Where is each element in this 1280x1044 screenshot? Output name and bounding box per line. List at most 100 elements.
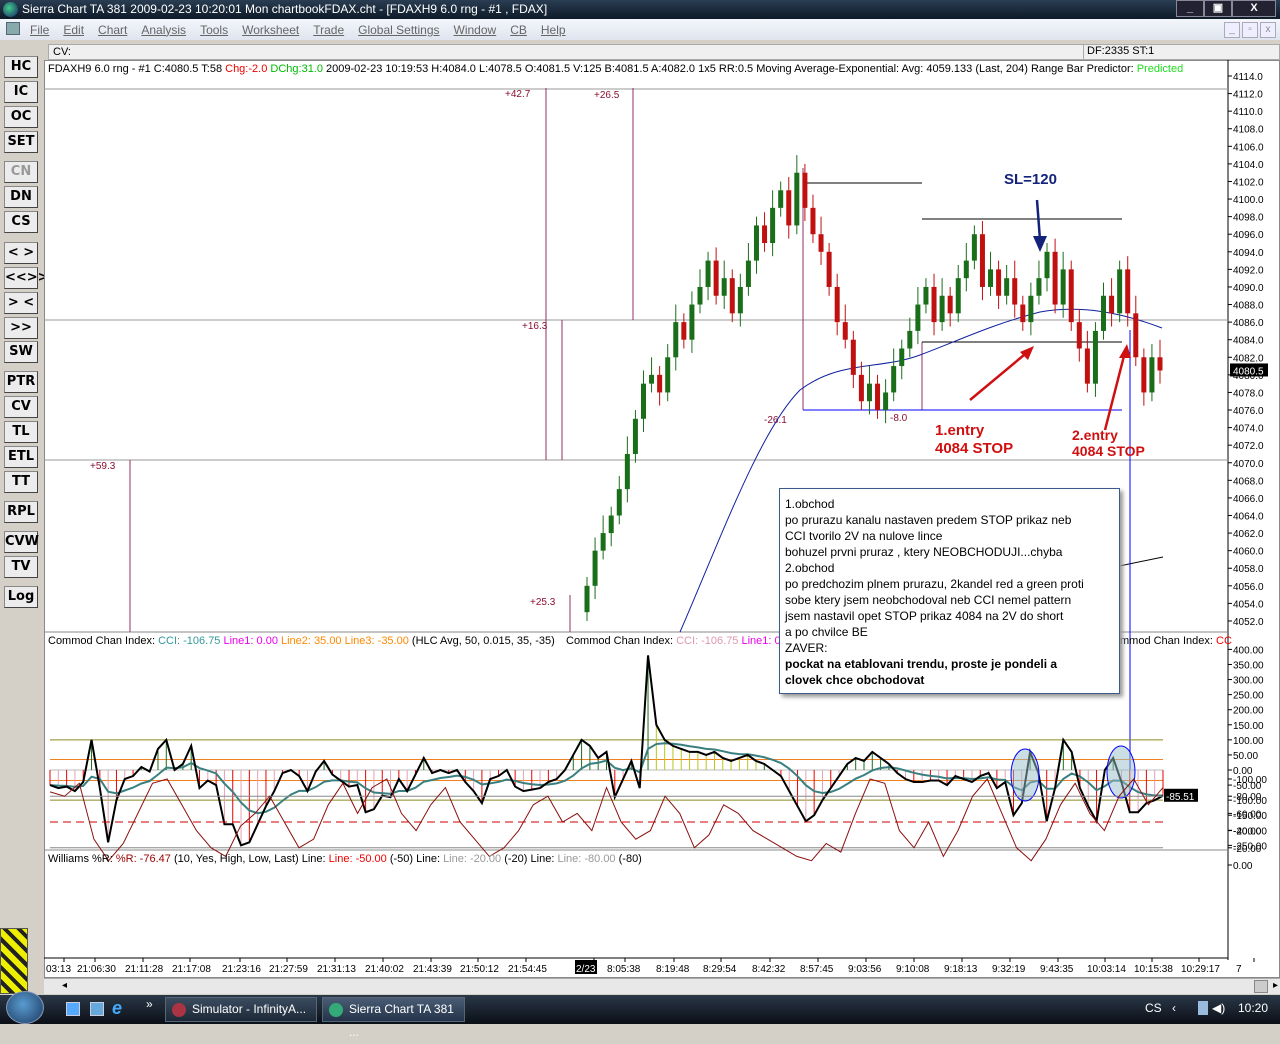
entry1-annotation: 1.entry 4084 STOP — [935, 422, 1014, 457]
candle-up — [1092, 330, 1098, 384]
language-indicator[interactable]: CS — [1145, 1001, 1162, 1015]
candle-down — [657, 374, 663, 393]
candle-up — [705, 260, 711, 287]
cci-tick-label: 350.00 — [1233, 660, 1264, 671]
cci-header-3: mmod Chan Index: CC — [1120, 635, 1232, 647]
note-line: CCI tvorilo 2V na nulove lince — [785, 529, 943, 543]
horizontal-scrollbar[interactable]: ◂ ▸ — [44, 978, 1280, 994]
candle-down — [947, 295, 953, 314]
candle-down — [1020, 304, 1026, 323]
candle-down — [713, 260, 719, 296]
candle-down — [979, 234, 985, 287]
price-tick-label: 4094.0 — [1233, 248, 1264, 259]
candle-down — [1012, 278, 1018, 305]
price-tick-label: 4090.0 — [1233, 283, 1264, 294]
task-sierra-chart[interactable]: Sierra Chart TA 381 ... — [322, 997, 465, 1039]
network-icon[interactable] — [1198, 1001, 1208, 1015]
start-button[interactable] — [6, 991, 44, 1024]
price-tick-label: 4054.0 — [1233, 599, 1264, 610]
price-tick-label: 4084.0 — [1233, 336, 1264, 347]
candle-up — [770, 207, 776, 244]
time-tick-label: 8:19:48 — [656, 964, 690, 975]
candle-down — [1052, 251, 1058, 305]
price-tick-label: 4102.0 — [1233, 177, 1264, 188]
candle-up — [899, 348, 905, 367]
williams-tick-label: -100.00 — [1233, 775, 1267, 786]
cci-tick-label: 400.00 — [1233, 645, 1264, 656]
time-tick-label: 9:32:19 — [992, 964, 1026, 975]
arrow-head — [1119, 344, 1131, 358]
price-tick-label: 4086.0 — [1233, 318, 1264, 329]
time-tick-label: 03:13 — [46, 964, 71, 975]
candle-up — [1044, 251, 1050, 279]
entry1-arrow — [969, 349, 1031, 401]
cci-tick-label: 100.00 — [1233, 736, 1264, 747]
cci-pattern-highlight — [1106, 745, 1136, 799]
price-tick-label: 4110.0 — [1233, 107, 1263, 118]
candle-up — [689, 304, 695, 340]
show-desktop-icon[interactable] — [66, 1002, 80, 1016]
cci-tick-label: 50.00 — [1233, 751, 1258, 762]
note-box[interactable]: 1.obchod po prurazu kanalu nastaven prede… — [779, 488, 1120, 694]
cci-tick-label: 300.00 — [1233, 676, 1264, 687]
candle-down — [826, 251, 832, 287]
note-conclusion-line: pockat na etablovani trendu, proste je p… — [785, 657, 1058, 671]
time-tick-label: 21:50:12 — [460, 964, 499, 975]
candle-down — [818, 234, 824, 252]
overflow-chevron-icon[interactable]: » — [146, 997, 153, 1011]
price-tick-label: 4108.0 — [1233, 125, 1264, 136]
sl-arrow — [1035, 199, 1042, 241]
note-line: jsem nastavil opet STOP prikaz 4084 na 2… — [785, 609, 1064, 623]
tray-expand-icon[interactable]: ‹ — [1172, 1001, 1176, 1015]
note-line: a po chvilce BE — [785, 625, 868, 639]
ie-icon[interactable]: e — [112, 998, 122, 1019]
entry2-arrow — [1103, 351, 1127, 431]
candle-up — [778, 190, 784, 208]
candle-up — [737, 286, 743, 314]
candle-down — [810, 207, 816, 235]
range-label: +26.5 — [594, 90, 620, 101]
task-simulator[interactable]: Simulator - InfinityA... — [165, 997, 317, 1022]
price-tick-label: 4052.0 — [1233, 617, 1264, 628]
note-line: po prurazu kanalu nastaven predem STOP p… — [785, 513, 1072, 527]
time-tick-label: 7 — [1236, 964, 1242, 975]
candle-up — [923, 286, 929, 305]
scroll-right-icon[interactable]: ▸ — [1273, 980, 1278, 991]
time-tick-label: 21:11:28 — [125, 964, 164, 975]
cci-header-2: Commod Chan Index: CCI: -106.75 Line1: 0… — [566, 635, 784, 647]
candle-down — [1125, 269, 1131, 314]
time-tick-label: 8:42:32 — [752, 964, 786, 975]
info-dchg: DChg:31.0 — [270, 63, 323, 75]
range-label: +25.3 — [530, 597, 556, 608]
price-tick-label: 4098.0 — [1233, 213, 1264, 224]
williams-tick-label: -40.00 — [1233, 827, 1262, 838]
candle-up — [955, 278, 961, 314]
price-tick-label: 4092.0 — [1233, 265, 1264, 276]
time-tick-label: 10:29:17 — [1181, 964, 1220, 975]
price-tick-label: 4112.0 — [1233, 90, 1263, 101]
simulator-icon — [172, 1003, 186, 1017]
scroll-left-icon[interactable]: ◂ — [62, 980, 67, 991]
price-tick-label: 4060.0 — [1233, 547, 1264, 558]
candle-down — [1109, 295, 1115, 314]
price-tick-label: 4062.0 — [1233, 529, 1264, 540]
candle-up — [632, 418, 638, 454]
info-rest: 2009-02-23 10:19:53 H:4084.0 L:4078.5 O:… — [326, 63, 1134, 75]
candle-down — [858, 374, 864, 402]
note-line: sobe ktery jsem neobchodoval neb CCI nem… — [785, 593, 1072, 607]
williams-tick-label: -80.00 — [1233, 792, 1262, 803]
price-tick-label: 4074.0 — [1233, 424, 1264, 435]
price-tick-label: 4082.0 — [1233, 353, 1264, 364]
williams-tick-label: -60.00 — [1233, 809, 1262, 820]
williams-header: Williams %R: %R: -76.47 (10, Yes, High, … — [48, 853, 642, 865]
time-tick-label: 8:05:38 — [607, 964, 641, 975]
candle-down — [1157, 357, 1163, 371]
info-predicted: Predicted — [1136, 63, 1184, 75]
clock[interactable]: 10:20 — [1238, 1001, 1268, 1015]
candle-up — [907, 330, 913, 349]
scroll-thumb[interactable] — [1254, 980, 1268, 993]
volume-icon[interactable]: ◀) — [1212, 1001, 1225, 1015]
time-tick-label: 21:40:02 — [365, 964, 404, 975]
switch-windows-icon[interactable] — [90, 1002, 104, 1016]
time-tick-label: 2/23 — [576, 964, 596, 975]
